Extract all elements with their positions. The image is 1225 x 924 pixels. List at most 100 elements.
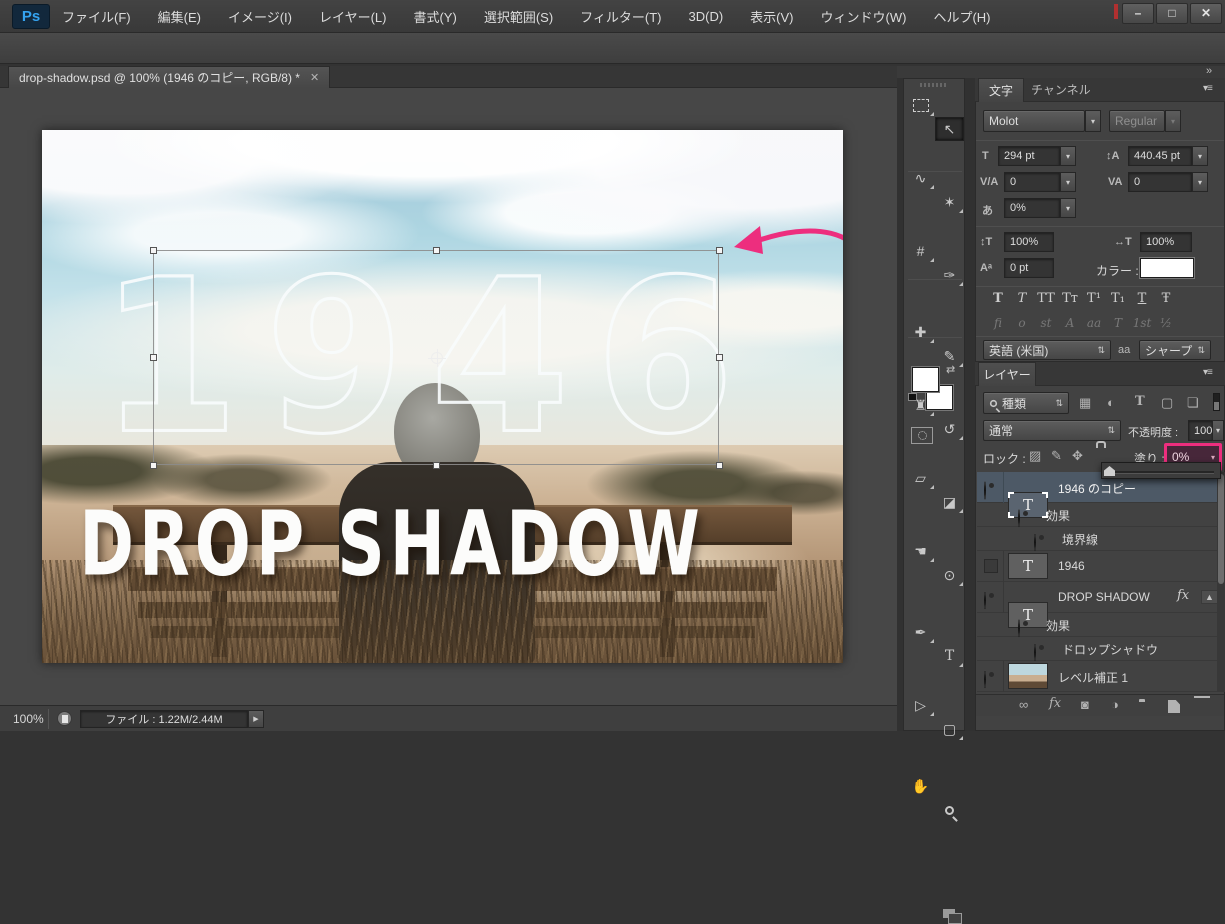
- filter-pixel-layers-icon[interactable]: ▦: [1079, 395, 1091, 411]
- opacity-caret-icon[interactable]: ▾: [1212, 420, 1224, 441]
- visibility-eye-icon[interactable]: [984, 591, 986, 610]
- transform-handle-ml[interactable]: [150, 354, 157, 361]
- new-layer-icon[interactable]: [1168, 700, 1180, 713]
- lock-paint-icon[interactable]: ✎: [1051, 448, 1062, 464]
- panel-menu-icon[interactable]: ▾≡: [1203, 83, 1212, 94]
- language-select[interactable]: 英語 (米国) ⇅: [983, 340, 1111, 360]
- layer-name[interactable]: 1946: [1058, 559, 1085, 573]
- tool-move[interactable]: ↖: [935, 117, 964, 141]
- swap-colors-icon[interactable]: ⇄: [946, 363, 955, 376]
- tool-shape[interactable]: ▢: [935, 717, 964, 741]
- tool-rectangular-marquee[interactable]: [906, 93, 935, 117]
- visibility-eye-icon[interactable]: [984, 481, 986, 500]
- font-size-caret-icon[interactable]: ▾: [1060, 146, 1076, 166]
- fill-slider-handle[interactable]: [1104, 466, 1115, 476]
- layer-row-1946[interactable]: T 1946: [977, 551, 1217, 582]
- drop-shadow-effect-label[interactable]: ドロップシャドウ: [1062, 641, 1158, 658]
- layer-name[interactable]: DROP SHADOW: [1058, 590, 1150, 604]
- screen-mode-icon[interactable]: [941, 907, 963, 924]
- filter-type-layers-icon[interactable]: T: [1135, 394, 1145, 409]
- font-family-select[interactable]: Molot: [983, 110, 1085, 132]
- font-style-select[interactable]: Regular: [1109, 110, 1165, 132]
- titling-alternates-button[interactable]: T: [1106, 314, 1130, 332]
- tsume-caret-icon[interactable]: ▾: [1060, 198, 1076, 218]
- visibility-eye-icon[interactable]: [1018, 619, 1020, 638]
- layer-name[interactable]: レベル補正 1: [1058, 669, 1128, 686]
- discretionary-ligatures-button[interactable]: st: [1034, 314, 1058, 332]
- default-colors-icon[interactable]: [908, 393, 917, 401]
- ligatures-button[interactable]: fi: [986, 314, 1010, 332]
- transform-handle-tr[interactable]: [716, 247, 723, 254]
- visibility-eye-icon[interactable]: [1034, 533, 1036, 552]
- document-status-icon[interactable]: [57, 711, 72, 726]
- collapse-panels-icon[interactable]: »: [1206, 65, 1212, 77]
- subscript-button[interactable]: T₁: [1106, 290, 1130, 308]
- lock-transparency-icon[interactable]: ▨: [1029, 448, 1041, 464]
- menu-type[interactable]: 書式(Y): [413, 7, 456, 26]
- menu-filter[interactable]: フィルター(T): [580, 7, 661, 26]
- fill-slider-popup[interactable]: [1101, 462, 1221, 479]
- tool-magic-wand[interactable]: ✶: [935, 190, 964, 214]
- filter-adjustment-layers-icon[interactable]: ◐: [1107, 395, 1115, 410]
- fx-badge-icon[interactable]: fx: [1177, 588, 1189, 603]
- vertical-scale-field[interactable]: 100%: [1004, 232, 1054, 252]
- menu-view[interactable]: 表示(V): [750, 7, 793, 26]
- close-button[interactable]: ✕: [1190, 3, 1222, 24]
- tool-spot-healing-brush[interactable]: ✚: [906, 320, 935, 344]
- font-size-field[interactable]: 294 pt: [998, 146, 1060, 166]
- transform-handle-bm[interactable]: [433, 462, 440, 469]
- tab-character[interactable]: 文字: [978, 78, 1024, 102]
- tool-eraser[interactable]: ▱: [906, 466, 935, 490]
- stroke-effect-label[interactable]: 境界線: [1062, 531, 1098, 548]
- font-family-caret-icon[interactable]: ▾: [1085, 110, 1101, 132]
- kerning-field[interactable]: 0: [1004, 172, 1060, 192]
- tool-hand[interactable]: ✋: [906, 774, 935, 798]
- visibility-eye-icon[interactable]: [1018, 509, 1020, 528]
- filter-smart-objects-icon[interactable]: ❏: [1187, 395, 1199, 411]
- effects-header-row[interactable]: 効果: [977, 613, 1217, 637]
- panel-menu-icon[interactable]: ▾≡: [1203, 367, 1212, 378]
- leading-field[interactable]: 440.45 pt: [1128, 146, 1192, 166]
- minimize-button[interactable]: –: [1122, 3, 1154, 24]
- tool-smudge[interactable]: ☚: [906, 539, 935, 563]
- levels-layer-thumbnail[interactable]: [1008, 663, 1048, 689]
- menu-file[interactable]: ファイル(F): [62, 7, 131, 26]
- foreground-color-swatch[interactable]: [912, 367, 939, 392]
- tool-dodge[interactable]: ⊙: [935, 563, 964, 587]
- stylistic-alternates-button[interactable]: aa: [1082, 314, 1106, 332]
- tab-channels[interactable]: チャンネル: [1031, 78, 1091, 102]
- visibility-eye-icon[interactable]: [984, 670, 986, 689]
- menu-3d[interactable]: 3D(D): [689, 9, 724, 24]
- file-info-field[interactable]: ファイル : 1.22M/2.44M: [80, 710, 248, 728]
- tool-pen[interactable]: ✒: [906, 620, 935, 644]
- add-layer-mask-icon[interactable]: ◙: [1081, 697, 1089, 712]
- tool-zoom[interactable]: [935, 798, 964, 822]
- menu-help[interactable]: ヘルプ(H): [933, 7, 990, 26]
- fractions-button[interactable]: ½: [1154, 314, 1178, 332]
- photo-canvas[interactable]: DROP SHADOW 1946: [42, 130, 843, 663]
- faux-bold-button[interactable]: T: [986, 290, 1010, 308]
- quick-mask-icon[interactable]: [911, 427, 933, 444]
- swash-button[interactable]: A: [1058, 314, 1082, 332]
- transform-handle-bl[interactable]: [150, 462, 157, 469]
- menu-window[interactable]: ウィンドウ(W): [821, 7, 907, 26]
- visibility-eye-icon[interactable]: [1034, 643, 1036, 662]
- tool-paint-bucket[interactable]: ◪: [935, 490, 964, 514]
- fill-slider-track[interactable]: [1108, 471, 1214, 474]
- blend-mode-select[interactable]: 通常 ⇅: [983, 420, 1121, 441]
- stroke-effect-row[interactable]: 境界線: [977, 527, 1217, 551]
- opacity-field[interactable]: 100%: [1188, 420, 1212, 441]
- tracking-caret-icon[interactable]: ▾: [1192, 172, 1208, 192]
- collapse-effects-icon[interactable]: ▲: [1201, 590, 1218, 604]
- tool-type[interactable]: T: [935, 644, 964, 668]
- faux-italic-button[interactable]: T: [1010, 290, 1034, 308]
- ordinals-button[interactable]: 1st: [1130, 314, 1154, 332]
- all-caps-button[interactable]: TT: [1034, 290, 1058, 308]
- visibility-empty-checkbox[interactable]: [984, 559, 998, 573]
- scrollbar-thumb[interactable]: [1218, 474, 1224, 584]
- status-options-icon[interactable]: ▶: [248, 710, 264, 728]
- leading-caret-icon[interactable]: ▾: [1192, 146, 1208, 166]
- transform-handle-mr[interactable]: [716, 354, 723, 361]
- font-style-caret-icon[interactable]: ▾: [1165, 110, 1181, 132]
- baseline-shift-field[interactable]: 0 pt: [1004, 258, 1054, 278]
